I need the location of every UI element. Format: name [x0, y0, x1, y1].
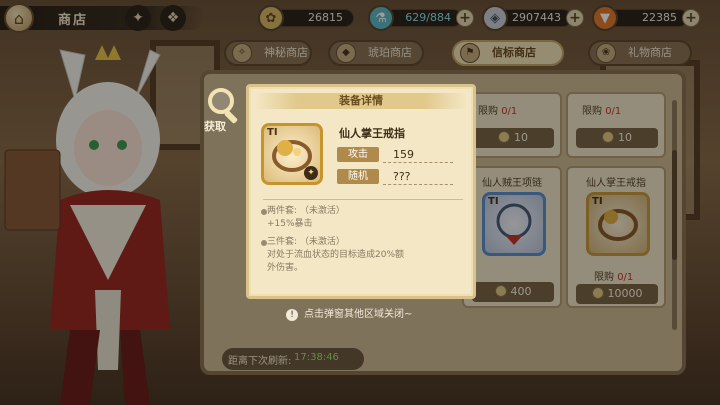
- info-icon: !: [286, 309, 298, 321]
- set-bonus-two-effect: +15%暴击: [267, 219, 313, 229]
- stat-label: 随机: [337, 169, 379, 184]
- set-bonus-three-title: 三件套: （未激活）: [267, 237, 345, 247]
- stat-label: 攻击: [337, 147, 379, 162]
- equipment-detail-popup: 装备详情 TI ✦ 仙人掌王戒指 攻击 159 随机 ??? 两件套: （未激活…: [246, 84, 476, 299]
- stat-value: ???: [383, 169, 453, 185]
- stat-value: 159: [383, 147, 453, 163]
- shop-scene: ⌂ 商店 ✦ ❖ 26815 ✿ 629/884 ⚗ + 2907443 ◈ +…: [0, 0, 720, 405]
- set-bonus-three-effect-cont: 外伤害。: [267, 263, 304, 273]
- popup-title: 装备详情: [255, 93, 467, 109]
- magnifier-handle: [223, 109, 239, 125]
- equipment-name: 仙人掌王戒指: [339, 127, 405, 140]
- set-bonus-two-title: 两件套: （未激活）: [267, 206, 345, 216]
- acquire-label: 获取: [204, 120, 226, 133]
- divider: [263, 199, 463, 200]
- equipment-icon: TI ✦: [261, 123, 323, 185]
- set-bonus-three-effect: 对处于流血状态的目标造成20%额: [267, 250, 405, 260]
- close-hint: ! 点击弹窗其他区域关闭~: [286, 305, 412, 321]
- star-icon: ✦: [304, 166, 318, 180]
- magnifier-icon: [208, 88, 234, 114]
- acquire-button[interactable]: 获取: [202, 88, 242, 134]
